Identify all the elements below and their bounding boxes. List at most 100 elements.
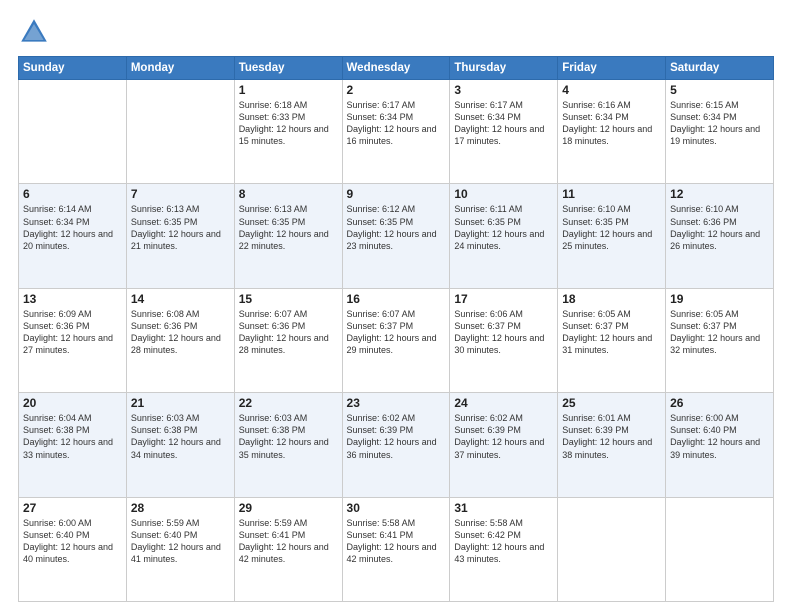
day-number: 20 xyxy=(23,396,122,410)
day-info: Sunrise: 6:03 AM Sunset: 6:38 PM Dayligh… xyxy=(131,412,230,461)
day-number: 7 xyxy=(131,187,230,201)
calendar-cell: 15 Sunrise: 6:07 AM Sunset: 6:36 PM Dayli… xyxy=(234,288,342,392)
calendar-week-5: 27 Sunrise: 6:00 AM Sunset: 6:40 PM Dayli… xyxy=(19,497,774,601)
calendar-cell: 31 Sunrise: 5:58 AM Sunset: 6:42 PM Dayli… xyxy=(450,497,558,601)
day-number: 9 xyxy=(347,187,446,201)
calendar-cell: 4 Sunrise: 6:16 AM Sunset: 6:34 PM Daylig… xyxy=(558,80,666,184)
calendar-week-4: 20 Sunrise: 6:04 AM Sunset: 6:38 PM Dayli… xyxy=(19,393,774,497)
calendar-cell: 6Sunrise: 6:14 AM Sunset: 6:34 PM Daylig… xyxy=(19,184,127,288)
calendar-table: SundayMondayTuesdayWednesdayThursdayFrid… xyxy=(18,56,774,602)
calendar-cell: 12 Sunrise: 6:10 AM Sunset: 6:36 PM Dayli… xyxy=(666,184,774,288)
day-of-week-wednesday: Wednesday xyxy=(342,57,450,80)
header xyxy=(18,16,774,48)
day-number: 1 xyxy=(239,83,338,97)
day-of-week-monday: Monday xyxy=(126,57,234,80)
day-number: 14 xyxy=(131,292,230,306)
day-number: 24 xyxy=(454,396,553,410)
calendar-cell: 3Sunrise: 6:17 AM Sunset: 6:34 PM Daylig… xyxy=(450,80,558,184)
calendar-cell: 9 Sunrise: 6:12 AM Sunset: 6:35 PM Daylig… xyxy=(342,184,450,288)
day-info: Sunrise: 6:07 AM Sunset: 6:37 PM Dayligh… xyxy=(347,308,446,357)
day-number: 12 xyxy=(670,187,769,201)
day-of-week-tuesday: Tuesday xyxy=(234,57,342,80)
calendar-cell: 2 Sunrise: 6:17 AM Sunset: 6:34 PM Daylig… xyxy=(342,80,450,184)
logo-icon xyxy=(18,16,50,48)
day-info: Sunrise: 6:13 AM Sunset: 6:35 PM Dayligh… xyxy=(131,203,230,252)
day-number: 18 xyxy=(562,292,661,306)
day-info: Sunrise: 6:12 AM Sunset: 6:35 PM Dayligh… xyxy=(347,203,446,252)
day-number: 3 xyxy=(454,83,553,97)
day-of-week-thursday: Thursday xyxy=(450,57,558,80)
day-info: Sunrise: 6:07 AM Sunset: 6:36 PM Dayligh… xyxy=(239,308,338,357)
calendar-cell xyxy=(666,497,774,601)
day-number: 4 xyxy=(562,83,661,97)
day-number: 29 xyxy=(239,501,338,515)
day-info: Sunrise: 6:00 AM Sunset: 6:40 PM Dayligh… xyxy=(23,517,122,566)
calendar-cell: 10 Sunrise: 6:11 AM Sunset: 6:35 PM Dayli… xyxy=(450,184,558,288)
day-number: 10 xyxy=(454,187,553,201)
calendar-cell: 18 Sunrise: 6:05 AM Sunset: 6:37 PM Dayli… xyxy=(558,288,666,392)
day-info: Sunrise: 6:18 AM Sunset: 6:33 PM Dayligh… xyxy=(239,99,338,148)
calendar-cell: 7 Sunrise: 6:13 AM Sunset: 6:35 PM Daylig… xyxy=(126,184,234,288)
day-number: 13 xyxy=(23,292,122,306)
day-number: 2 xyxy=(347,83,446,97)
day-info: Sunrise: 6:06 AM Sunset: 6:37 PM Dayligh… xyxy=(454,308,553,357)
calendar-cell: 26Sunrise: 6:00 AM Sunset: 6:40 PM Dayli… xyxy=(666,393,774,497)
day-info: Sunrise: 6:17 AM Sunset: 6:34 PM Dayligh… xyxy=(347,99,446,148)
calendar-week-2: 6Sunrise: 6:14 AM Sunset: 6:34 PM Daylig… xyxy=(19,184,774,288)
day-info: Sunrise: 6:01 AM Sunset: 6:39 PM Dayligh… xyxy=(562,412,661,461)
day-of-week-sunday: Sunday xyxy=(19,57,127,80)
day-info: Sunrise: 6:04 AM Sunset: 6:38 PM Dayligh… xyxy=(23,412,122,461)
day-of-week-friday: Friday xyxy=(558,57,666,80)
page: SundayMondayTuesdayWednesdayThursdayFrid… xyxy=(0,0,792,612)
day-info: Sunrise: 6:05 AM Sunset: 6:37 PM Dayligh… xyxy=(670,308,769,357)
day-info: Sunrise: 6:08 AM Sunset: 6:36 PM Dayligh… xyxy=(131,308,230,357)
day-number: 19 xyxy=(670,292,769,306)
day-info: Sunrise: 5:58 AM Sunset: 6:42 PM Dayligh… xyxy=(454,517,553,566)
day-info: Sunrise: 6:10 AM Sunset: 6:35 PM Dayligh… xyxy=(562,203,661,252)
day-number: 8 xyxy=(239,187,338,201)
day-number: 30 xyxy=(347,501,446,515)
calendar-cell: 11 Sunrise: 6:10 AM Sunset: 6:35 PM Dayli… xyxy=(558,184,666,288)
day-info: Sunrise: 6:16 AM Sunset: 6:34 PM Dayligh… xyxy=(562,99,661,148)
calendar-cell: 21Sunrise: 6:03 AM Sunset: 6:38 PM Dayli… xyxy=(126,393,234,497)
day-number: 11 xyxy=(562,187,661,201)
calendar-week-3: 13 Sunrise: 6:09 AM Sunset: 6:36 PM Dayli… xyxy=(19,288,774,392)
calendar-cell: 8 Sunrise: 6:13 AM Sunset: 6:35 PM Daylig… xyxy=(234,184,342,288)
day-info: Sunrise: 5:59 AM Sunset: 6:41 PM Dayligh… xyxy=(239,517,338,566)
day-number: 17 xyxy=(454,292,553,306)
day-number: 15 xyxy=(239,292,338,306)
calendar-cell: 22Sunrise: 6:03 AM Sunset: 6:38 PM Dayli… xyxy=(234,393,342,497)
day-info: Sunrise: 6:13 AM Sunset: 6:35 PM Dayligh… xyxy=(239,203,338,252)
day-info: Sunrise: 6:09 AM Sunset: 6:36 PM Dayligh… xyxy=(23,308,122,357)
calendar-cell: 13 Sunrise: 6:09 AM Sunset: 6:36 PM Dayli… xyxy=(19,288,127,392)
calendar-cell: 29 Sunrise: 5:59 AM Sunset: 6:41 PM Dayli… xyxy=(234,497,342,601)
calendar-cell: 16 Sunrise: 6:07 AM Sunset: 6:37 PM Dayli… xyxy=(342,288,450,392)
day-info: Sunrise: 6:11 AM Sunset: 6:35 PM Dayligh… xyxy=(454,203,553,252)
day-info: Sunrise: 6:10 AM Sunset: 6:36 PM Dayligh… xyxy=(670,203,769,252)
day-number: 23 xyxy=(347,396,446,410)
calendar-cell: 17 Sunrise: 6:06 AM Sunset: 6:37 PM Dayli… xyxy=(450,288,558,392)
calendar-cell xyxy=(19,80,127,184)
calendar-cell xyxy=(558,497,666,601)
calendar-cell: 23Sunrise: 6:02 AM Sunset: 6:39 PM Dayli… xyxy=(342,393,450,497)
calendar-cell: 20 Sunrise: 6:04 AM Sunset: 6:38 PM Dayli… xyxy=(19,393,127,497)
day-number: 27 xyxy=(23,501,122,515)
logo xyxy=(18,16,56,48)
calendar-cell: 30Sunrise: 5:58 AM Sunset: 6:41 PM Dayli… xyxy=(342,497,450,601)
calendar-cell xyxy=(126,80,234,184)
calendar-cell: 24 Sunrise: 6:02 AM Sunset: 6:39 PM Dayli… xyxy=(450,393,558,497)
calendar-cell: 14 Sunrise: 6:08 AM Sunset: 6:36 PM Dayli… xyxy=(126,288,234,392)
day-number: 31 xyxy=(454,501,553,515)
day-number: 16 xyxy=(347,292,446,306)
calendar-header-row: SundayMondayTuesdayWednesdayThursdayFrid… xyxy=(19,57,774,80)
day-info: Sunrise: 5:59 AM Sunset: 6:40 PM Dayligh… xyxy=(131,517,230,566)
day-info: Sunrise: 6:05 AM Sunset: 6:37 PM Dayligh… xyxy=(562,308,661,357)
day-info: Sunrise: 6:03 AM Sunset: 6:38 PM Dayligh… xyxy=(239,412,338,461)
calendar-cell: 5Sunrise: 6:15 AM Sunset: 6:34 PM Daylig… xyxy=(666,80,774,184)
day-number: 25 xyxy=(562,396,661,410)
day-info: Sunrise: 6:02 AM Sunset: 6:39 PM Dayligh… xyxy=(454,412,553,461)
day-number: 5 xyxy=(670,83,769,97)
day-info: Sunrise: 6:14 AM Sunset: 6:34 PM Dayligh… xyxy=(23,203,122,252)
calendar-cell: 27 Sunrise: 6:00 AM Sunset: 6:40 PM Dayli… xyxy=(19,497,127,601)
calendar-cell: 1 Sunrise: 6:18 AM Sunset: 6:33 PM Daylig… xyxy=(234,80,342,184)
